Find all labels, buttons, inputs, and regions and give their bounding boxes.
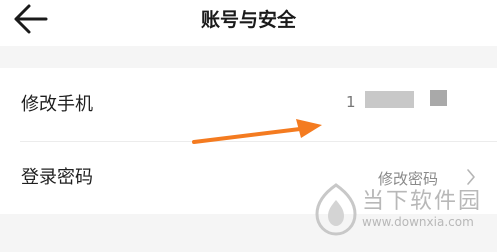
change-phone-label: 修改手机 (21, 94, 93, 115)
phone-number-redaction-tail (430, 90, 447, 106)
phone-number-prefix: 1 (346, 93, 356, 111)
watermark-logo-icon (315, 183, 357, 236)
annotation-arrow-icon (192, 119, 322, 144)
watermark-url: www.downxia.com (362, 215, 474, 229)
top-bar: 账号与安全 (0, 0, 497, 46)
phone-number-redaction (365, 91, 414, 108)
page-title: 账号与安全 (200, 9, 296, 31)
login-password-label: 登录密码 (21, 167, 93, 188)
watermark: 当下软件园 www.downxia.com (313, 180, 497, 250)
watermark-name: 当下软件园 (362, 189, 483, 214)
